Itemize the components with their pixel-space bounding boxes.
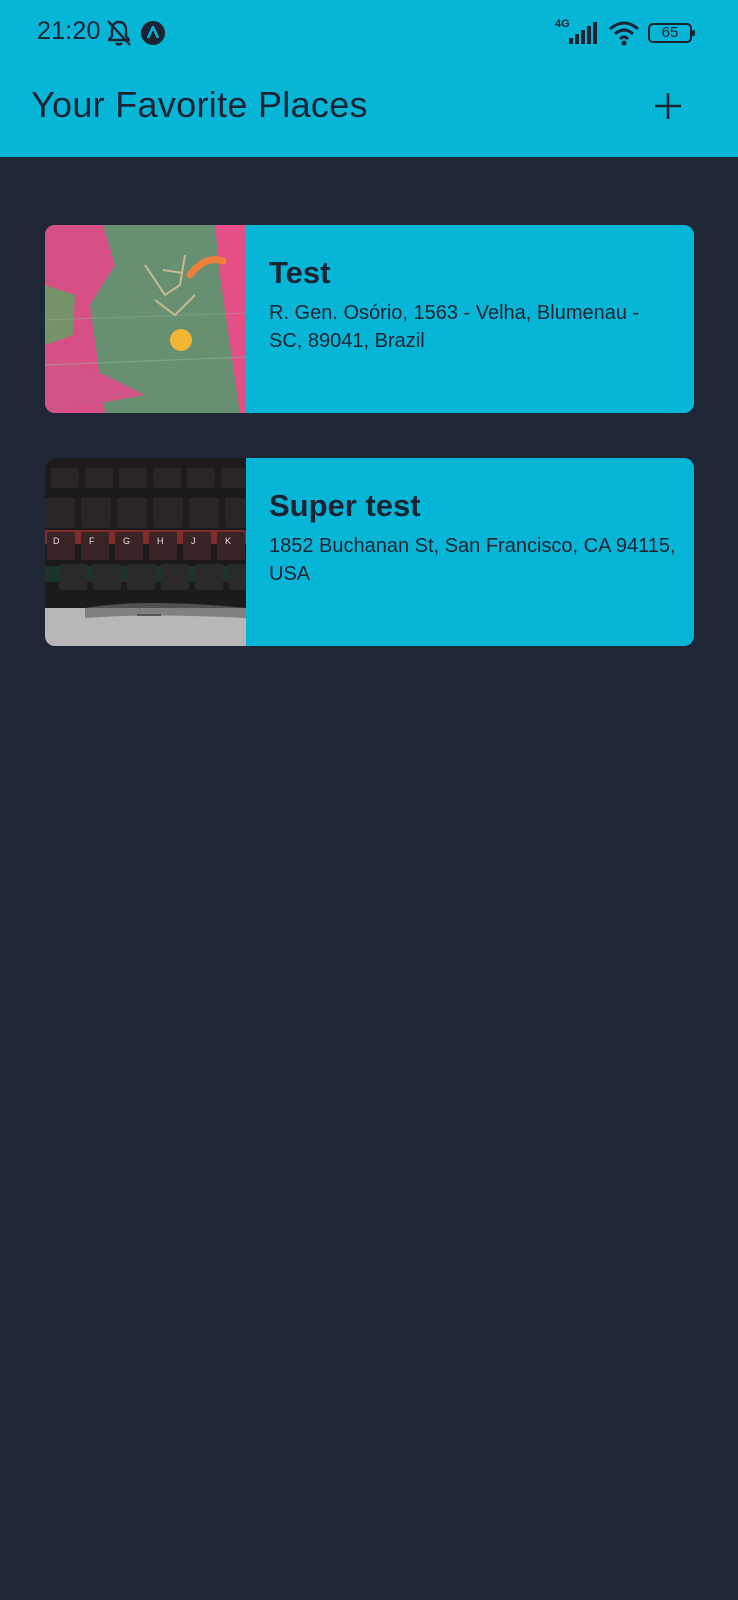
- network-type: 4G: [555, 18, 570, 30]
- plus-icon: [655, 93, 681, 119]
- status-bar: 21:20 4G 65: [0, 0, 738, 66]
- svg-text:K: K: [225, 536, 231, 546]
- wifi-icon: [609, 21, 639, 46]
- cellular-signal-icon: [569, 22, 597, 44]
- place-address: R. Gen. Osório, 1563 - Velha, Blumenau -…: [269, 302, 640, 352]
- place-card[interactable]: Test R. Gen. Osório, 1563 - Velha, Blume…: [45, 225, 694, 413]
- svg-text:G: G: [123, 536, 130, 546]
- svg-text:H: H: [157, 536, 164, 546]
- navigation-app-icon: [141, 21, 165, 45]
- status-time: 21:20: [37, 17, 101, 45]
- place-title: Super test: [269, 488, 421, 523]
- place-title: Test: [269, 255, 331, 290]
- place-card[interactable]: D F G H J K Super test 1852 Buchanan St, San…: [45, 458, 694, 646]
- place-address: 1852 Buchanan St, San Francisco, CA 9411…: [269, 535, 676, 585]
- place-thumbnail: DFG HJK: [45, 458, 246, 646]
- app-header: 21:20 4G 65 Your Favorite Places: [0, 0, 738, 157]
- add-place-button[interactable]: [646, 84, 690, 128]
- svg-text:J: J: [191, 536, 196, 546]
- battery-level: 65: [661, 24, 679, 41]
- page-title: Your Favorite Places: [31, 84, 368, 125]
- place-thumbnail: [45, 225, 246, 413]
- notifications-off-icon: [107, 20, 131, 46]
- svg-text:D: D: [53, 536, 60, 546]
- svg-text:F: F: [89, 536, 95, 546]
